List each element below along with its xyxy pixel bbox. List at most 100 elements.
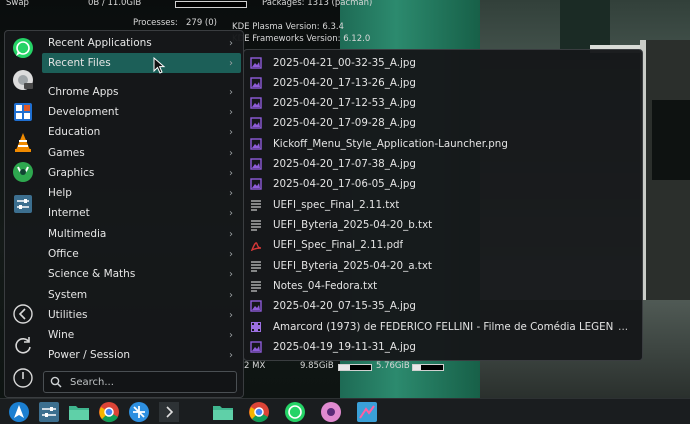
recent-file-item[interactable]: UEFI_Spec_Final_2.11.pdf bbox=[250, 235, 636, 255]
category-label: Utilities bbox=[48, 309, 88, 321]
category-power-session[interactable]: Power / Session › bbox=[42, 345, 241, 365]
chevron-right-icon: › bbox=[229, 57, 233, 69]
category-label: Multimedia bbox=[48, 228, 107, 240]
screenshot-task-icon[interactable] bbox=[356, 401, 378, 423]
calculator-icon[interactable] bbox=[11, 101, 35, 123]
chrome-icon[interactable] bbox=[98, 401, 120, 423]
recent-file-item[interactable]: UEFI_Byteria_2025-04-20_a.txt bbox=[250, 256, 636, 276]
chevron-right-icon: › bbox=[229, 248, 233, 260]
text-icon bbox=[250, 219, 262, 231]
file-name: UEFI_spec_Final_2.11.txt bbox=[273, 199, 400, 211]
frameworks-version: KDE Frameworks Version: 6.12.0 bbox=[232, 34, 371, 44]
video-icon bbox=[250, 321, 262, 333]
category-label: Recent Files bbox=[48, 57, 111, 69]
media-player-task-icon[interactable] bbox=[320, 401, 342, 423]
processes-label: Processes: bbox=[133, 18, 178, 28]
refresh-icon[interactable] bbox=[11, 334, 35, 356]
chevron-right-icon: › bbox=[229, 289, 233, 301]
settings-sliders-icon[interactable] bbox=[11, 193, 35, 215]
category-label: Help bbox=[48, 187, 72, 199]
back-arrow-icon[interactable] bbox=[11, 303, 35, 325]
text-icon bbox=[250, 199, 262, 211]
pdf-icon bbox=[250, 239, 262, 251]
mem-used: 9.85GiB bbox=[300, 361, 334, 371]
settings-sliders-icon[interactable] bbox=[38, 401, 60, 423]
category-development[interactable]: Development › bbox=[42, 102, 241, 122]
recent-file-item[interactable]: 2025-04-20_17-09-28_A.jpg bbox=[250, 113, 636, 133]
recent-file-item[interactable]: 2025-04-20_17-13-26_A.jpg bbox=[250, 73, 636, 93]
file-name: UEFI_Spec_Final_2.11.pdf bbox=[273, 239, 404, 251]
recent-file-item[interactable]: Notes_04-Fedora.txt bbox=[250, 276, 636, 296]
processes-value: 279 (0) bbox=[186, 18, 217, 28]
mem-label: 2 MX bbox=[244, 361, 266, 371]
category-wine[interactable]: Wine › bbox=[42, 325, 241, 345]
more-ellipsis: ... bbox=[618, 321, 628, 333]
recent-file-item[interactable]: 2025-04-21_00-32-35_A.jpg bbox=[250, 53, 636, 73]
taskbar bbox=[0, 398, 690, 424]
search-icon bbox=[50, 376, 62, 388]
recent-file-item[interactable]: 2025-04-20_07-15-35_A.jpg bbox=[250, 296, 636, 316]
file-manager-task-icon[interactable] bbox=[212, 401, 234, 423]
mem-bar-1 bbox=[338, 364, 372, 371]
chevron-right-icon[interactable] bbox=[158, 401, 180, 423]
whatsapp-icon[interactable] bbox=[11, 37, 35, 59]
image-icon bbox=[250, 97, 262, 109]
chevron-right-icon: › bbox=[229, 329, 233, 341]
plasma-version: KDE Plasma Version: 6.3.4 bbox=[232, 22, 344, 32]
swap-bar bbox=[175, 1, 247, 8]
recent-file-item[interactable]: Amarcord (1973) de FEDERICO FELLINI - Fi… bbox=[250, 317, 636, 337]
recent-file-item[interactable]: 2025-04-20_17-07-38_A.jpg bbox=[250, 154, 636, 174]
favorites-sidebar bbox=[5, 31, 41, 397]
power-icon[interactable] bbox=[11, 367, 35, 389]
category-graphics[interactable]: Graphics › bbox=[42, 163, 241, 183]
recent-file-item[interactable]: UEFI_Byteria_2025-04-20_b.txt bbox=[250, 215, 636, 235]
category-recent-applications[interactable]: Recent Applications › bbox=[42, 33, 241, 53]
category-label: Chrome Apps bbox=[48, 86, 119, 98]
category-help[interactable]: Help › bbox=[42, 183, 241, 203]
category-label: Recent Applications bbox=[48, 37, 152, 49]
image-icon bbox=[250, 178, 262, 190]
category-label: System bbox=[48, 289, 88, 301]
application-launcher-menu: Recent Applications › Recent Files › Chrom… bbox=[4, 30, 244, 398]
category-office[interactable]: Office › bbox=[42, 244, 241, 264]
image-icon bbox=[250, 158, 262, 170]
chrome-task-icon[interactable] bbox=[248, 401, 270, 423]
recent-file-item[interactable]: 2025-04-20_17-12-53_A.jpg bbox=[250, 93, 636, 113]
recent-file-item[interactable]: UEFI_spec_Final_2.11.txt bbox=[250, 195, 636, 215]
file-name: 2025-04-20_17-13-26_A.jpg bbox=[273, 77, 416, 89]
file-name: Kickoff_Menu_Style_Application-Launcher.… bbox=[273, 138, 508, 150]
file-manager-icon[interactable] bbox=[68, 401, 90, 423]
mem-total: 5.76GiB bbox=[376, 361, 410, 371]
recent-files-submenu: 2025-04-21_00-32-35_A.jpg 2025-04-20_17-… bbox=[243, 49, 643, 361]
category-utilities[interactable]: Utilities › bbox=[42, 305, 241, 325]
recent-file-item[interactable]: 2025-04-19_19-11-31_A.jpg bbox=[250, 337, 636, 357]
category-recent-files[interactable]: Recent Files › bbox=[42, 53, 241, 73]
network-app-icon[interactable] bbox=[128, 401, 150, 423]
chevron-right-icon: › bbox=[229, 37, 233, 49]
app-launcher-icon[interactable] bbox=[8, 401, 30, 423]
category-label: Games bbox=[48, 147, 85, 159]
whatsapp-task-icon[interactable] bbox=[284, 401, 306, 423]
category-multimedia[interactable]: Multimedia › bbox=[42, 224, 241, 244]
image-icon bbox=[250, 300, 262, 312]
inkscape-icon[interactable] bbox=[11, 161, 35, 183]
category-label: Graphics bbox=[48, 167, 95, 179]
file-name: 2025-04-19_19-11-31_A.jpg bbox=[273, 341, 416, 353]
category-label: Power / Session bbox=[48, 349, 131, 361]
category-chrome-apps[interactable]: Chrome Apps › bbox=[42, 82, 241, 102]
category-system[interactable]: System › bbox=[42, 285, 241, 305]
recent-file-item[interactable]: Kickoff_Menu_Style_Application-Launcher.… bbox=[250, 134, 636, 154]
category-science-maths[interactable]: Science & Maths › bbox=[42, 264, 241, 284]
mem-bar-2 bbox=[412, 364, 444, 371]
search-input[interactable]: Search... bbox=[43, 371, 237, 393]
category-games[interactable]: Games › bbox=[42, 143, 241, 163]
recent-file-item[interactable]: 2025-04-20_17-06-05_A.jpg bbox=[250, 174, 636, 194]
file-name: 2025-04-21_00-32-35_A.jpg bbox=[273, 57, 416, 69]
category-education[interactable]: Education › bbox=[42, 122, 241, 142]
chrome-app-icon[interactable] bbox=[11, 69, 35, 91]
category-label: Wine bbox=[48, 329, 75, 341]
text-icon bbox=[250, 280, 262, 292]
category-internet[interactable]: Internet › bbox=[42, 203, 241, 223]
vlc-icon[interactable] bbox=[11, 131, 35, 153]
category-label: Office bbox=[48, 248, 79, 260]
